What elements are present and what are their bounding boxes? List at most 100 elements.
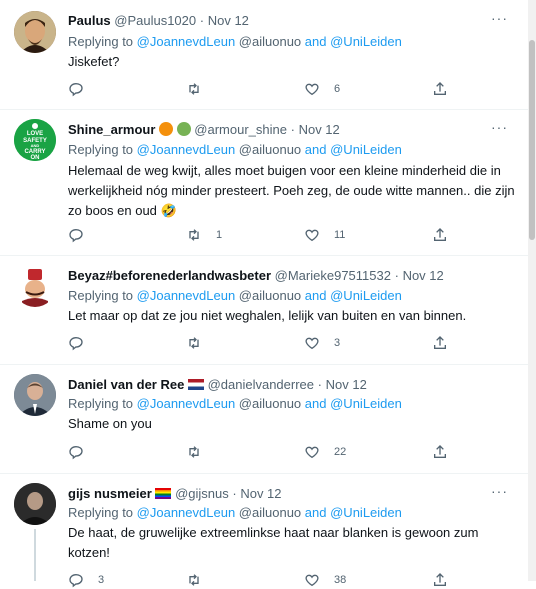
like-count: 22 xyxy=(334,446,347,458)
retweet-icon xyxy=(189,337,199,349)
handle[interactable]: @Marieke97511532 xyxy=(275,268,391,283)
retweet-icon xyxy=(189,574,199,586)
mention-link[interactable]: @JoannevdLeun xyxy=(137,505,236,520)
handle[interactable]: @armour_shine xyxy=(194,122,287,137)
replying-and: and xyxy=(304,288,327,303)
more-options-icon[interactable]: ··· xyxy=(491,119,508,135)
mention-link[interactable]: @JoannevdLeun xyxy=(137,34,236,49)
mention-link[interactable]: @JoannevdLeun xyxy=(137,396,236,411)
replying-and: and xyxy=(304,505,327,520)
retweet-button[interactable] xyxy=(186,80,216,98)
tweet[interactable]: Paulus @Paulus1020 · Nov 12 ··· Replying… xyxy=(0,0,528,110)
mention-link[interactable]: @UniLeiden xyxy=(330,142,402,157)
avatar-text: LOVE xyxy=(27,131,43,137)
avatar[interactable] xyxy=(14,374,56,416)
tweet[interactable]: Daniel van der Ree @danielvanderree · No… xyxy=(0,364,528,474)
handle[interactable]: @gijsnus xyxy=(175,486,229,501)
share-button[interactable] xyxy=(432,443,448,461)
retweet-button[interactable] xyxy=(186,334,216,352)
man-dark-avatar-icon xyxy=(14,483,56,525)
avatar[interactable]: LOVE SAFETY AND CARRY ON xyxy=(14,119,56,161)
timestamp[interactable]: Nov 12 xyxy=(326,377,367,392)
handle[interactable]: @Paulus1020 xyxy=(114,13,196,28)
tweet-actions: 22 xyxy=(68,443,448,461)
replying-to: Replying to @JoannevdLeun @ailuonuo and … xyxy=(68,505,402,520)
share-icon xyxy=(434,573,446,586)
thread-line xyxy=(34,529,36,581)
orange-emoji-icon xyxy=(159,122,174,136)
retweet-button[interactable] xyxy=(186,443,216,461)
heart-icon xyxy=(305,446,319,459)
retweet-button[interactable]: 1 xyxy=(186,226,222,244)
share-button[interactable] xyxy=(432,226,448,244)
timestamp[interactable]: Nov 12 xyxy=(299,122,340,137)
replying-to: Replying to @JoannevdLeun @ailuonuo and … xyxy=(68,142,402,157)
like-button[interactable]: 38 xyxy=(304,571,346,589)
timestamp[interactable]: Nov 12 xyxy=(403,268,444,283)
mention-plain: @ailuonuo xyxy=(238,34,302,49)
tweet-header: Shine_armour @armour_shine · Nov 12 xyxy=(68,122,340,137)
avatar[interactable] xyxy=(14,265,56,307)
reply-count: 3 xyxy=(98,574,105,586)
display-name[interactable]: Beyaz#beforenederlandwasbeter xyxy=(68,268,271,283)
replying-to: Replying to @JoannevdLeun @ailuonuo and … xyxy=(68,34,402,49)
fez-character-avatar-icon xyxy=(14,265,56,307)
reply-button[interactable] xyxy=(68,226,98,244)
display-name[interactable]: Shine_armour xyxy=(68,122,155,137)
replying-and: and xyxy=(304,142,327,157)
tweet-text: Let maar op dat ze jou niet weghalen, le… xyxy=(68,308,467,323)
replying-prefix: Replying to xyxy=(68,505,134,520)
mention-link[interactable]: @JoannevdLeun xyxy=(137,142,236,157)
timestamp[interactable]: Nov 12 xyxy=(208,13,249,28)
avatar[interactable] xyxy=(14,483,56,525)
mention-link[interactable]: @UniLeiden xyxy=(330,396,402,411)
share-button[interactable] xyxy=(432,334,448,352)
mention-link[interactable]: @UniLeiden xyxy=(330,505,402,520)
tweet-header: gijs nusmeier @gijsnus · Nov 12 xyxy=(68,486,282,501)
separator-dot: · xyxy=(232,486,237,501)
replying-to: Replying to @JoannevdLeun @ailuonuo and … xyxy=(68,396,402,411)
timestamp[interactable]: Nov 12 xyxy=(240,486,281,501)
reply-button[interactable]: 3 xyxy=(68,571,104,589)
display-name[interactable]: gijs nusmeier xyxy=(68,486,152,501)
tweet-actions: 1 11 xyxy=(68,226,448,244)
like-count: 38 xyxy=(334,574,347,586)
mention-link[interactable]: @UniLeiden xyxy=(330,34,402,49)
reply-button[interactable] xyxy=(68,334,98,352)
like-button[interactable]: 3 xyxy=(304,334,340,352)
display-name[interactable]: Paulus xyxy=(68,13,111,28)
scrollbar[interactable] xyxy=(528,0,536,581)
replying-to: Replying to @JoannevdLeun @ailuonuo and … xyxy=(68,288,402,303)
tweet[interactable]: gijs nusmeier @gijsnus · Nov 12 ··· Repl… xyxy=(0,473,528,588)
share-button[interactable] xyxy=(432,571,448,589)
mention-link[interactable]: @JoannevdLeun xyxy=(137,288,236,303)
tweet[interactable]: Beyaz#beforenederlandwasbeter @Marieke97… xyxy=(0,255,528,365)
mention-link[interactable]: @UniLeiden xyxy=(330,288,402,303)
scrollbar-thumb[interactable] xyxy=(529,40,535,240)
avatar[interactable] xyxy=(14,11,56,53)
replying-prefix: Replying to xyxy=(68,34,134,49)
reply-button[interactable] xyxy=(68,443,98,461)
separator-dot: · xyxy=(199,13,205,28)
replying-and: and xyxy=(304,34,327,49)
retweet-icon xyxy=(189,83,199,95)
display-name[interactable]: Daniel van der Ree xyxy=(68,377,184,392)
more-options-icon[interactable]: ··· xyxy=(491,10,508,26)
reply-icon xyxy=(69,445,83,460)
handle[interactable]: @danielvanderree xyxy=(208,377,314,392)
heart-icon xyxy=(305,337,319,350)
share-button[interactable] xyxy=(432,80,448,98)
heart-icon xyxy=(305,574,319,587)
separator-dot: · xyxy=(394,268,399,283)
replying-prefix: Replying to xyxy=(68,396,134,411)
reply-button[interactable] xyxy=(68,80,98,98)
retweet-button[interactable] xyxy=(186,571,216,589)
like-button[interactable]: 6 xyxy=(304,80,340,98)
replying-prefix: Replying to xyxy=(68,142,134,157)
heart-icon xyxy=(305,83,319,96)
tweet[interactable]: LOVE SAFETY AND CARRY ON Shine_armour @a… xyxy=(0,109,528,256)
more-options-icon[interactable]: ··· xyxy=(491,483,508,499)
like-button[interactable]: 11 xyxy=(304,226,345,244)
tweet-actions: 3 xyxy=(68,334,448,352)
like-button[interactable]: 22 xyxy=(304,443,346,461)
